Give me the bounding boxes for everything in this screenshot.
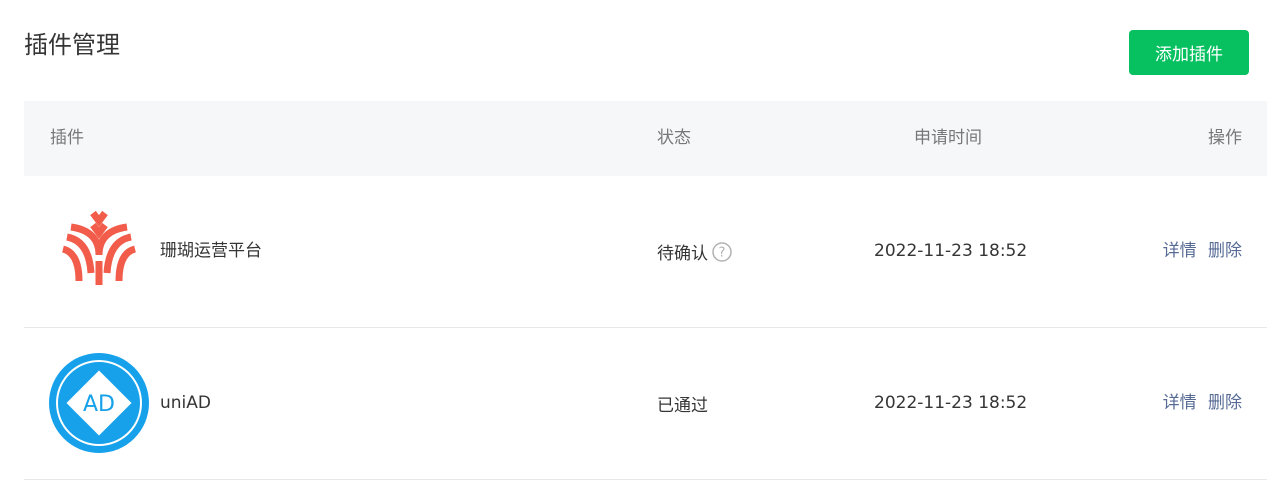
header-action: 操作 bbox=[1208, 128, 1242, 148]
status-cell: 待确认 ? bbox=[657, 176, 732, 327]
status-cell: 已通过 bbox=[657, 328, 708, 479]
table-header: 插件 状态 申请时间 操作 bbox=[24, 101, 1267, 176]
page-title: 插件管理 bbox=[24, 31, 120, 59]
delete-link[interactable]: 删除 bbox=[1208, 241, 1242, 261]
add-plugin-button[interactable]: 添加插件 bbox=[1129, 30, 1249, 75]
delete-link[interactable]: 删除 bbox=[1208, 393, 1242, 413]
question-circle-icon[interactable]: ? bbox=[712, 241, 732, 262]
apply-time: 2022-11-23 18:52 bbox=[874, 241, 1028, 261]
header-status: 状态 bbox=[657, 128, 691, 148]
plugin-name: 珊瑚运营平台 bbox=[160, 241, 262, 261]
row-actions: 详情 删除 bbox=[1163, 176, 1242, 327]
header-apply-time: 申请时间 bbox=[914, 128, 982, 148]
plugin-management-page: 插件管理 添加插件 插件 状态 申请时间 操作 珊瑚运营平台 待确认 ? 202… bbox=[0, 0, 1284, 481]
header-plugin: 插件 bbox=[50, 128, 84, 148]
table-row: 珊瑚运营平台 待确认 ? 2022-11-23 18:52 详情 删除 bbox=[24, 176, 1267, 328]
plugin-table: 插件 状态 申请时间 操作 珊瑚运营平台 待确认 ? 2022-11-23 18… bbox=[24, 101, 1267, 480]
row-actions: 详情 删除 bbox=[1163, 328, 1242, 479]
detail-link[interactable]: 详情 bbox=[1163, 393, 1197, 413]
uniad-logo: AD bbox=[49, 353, 149, 453]
plugin-name: uniAD bbox=[160, 393, 211, 413]
table-row: AD uniAD 已通过 2022-11-23 18:52 详情 删除 bbox=[24, 328, 1267, 480]
status-text: 已通过 bbox=[657, 396, 708, 416]
svg-text:?: ? bbox=[719, 245, 726, 260]
detail-link[interactable]: 详情 bbox=[1163, 241, 1197, 261]
apply-time: 2022-11-23 18:52 bbox=[874, 393, 1028, 413]
uniad-logo-text: AD bbox=[83, 392, 115, 417]
status-text: 待确认 bbox=[657, 244, 708, 264]
coral-logo bbox=[61, 210, 137, 285]
